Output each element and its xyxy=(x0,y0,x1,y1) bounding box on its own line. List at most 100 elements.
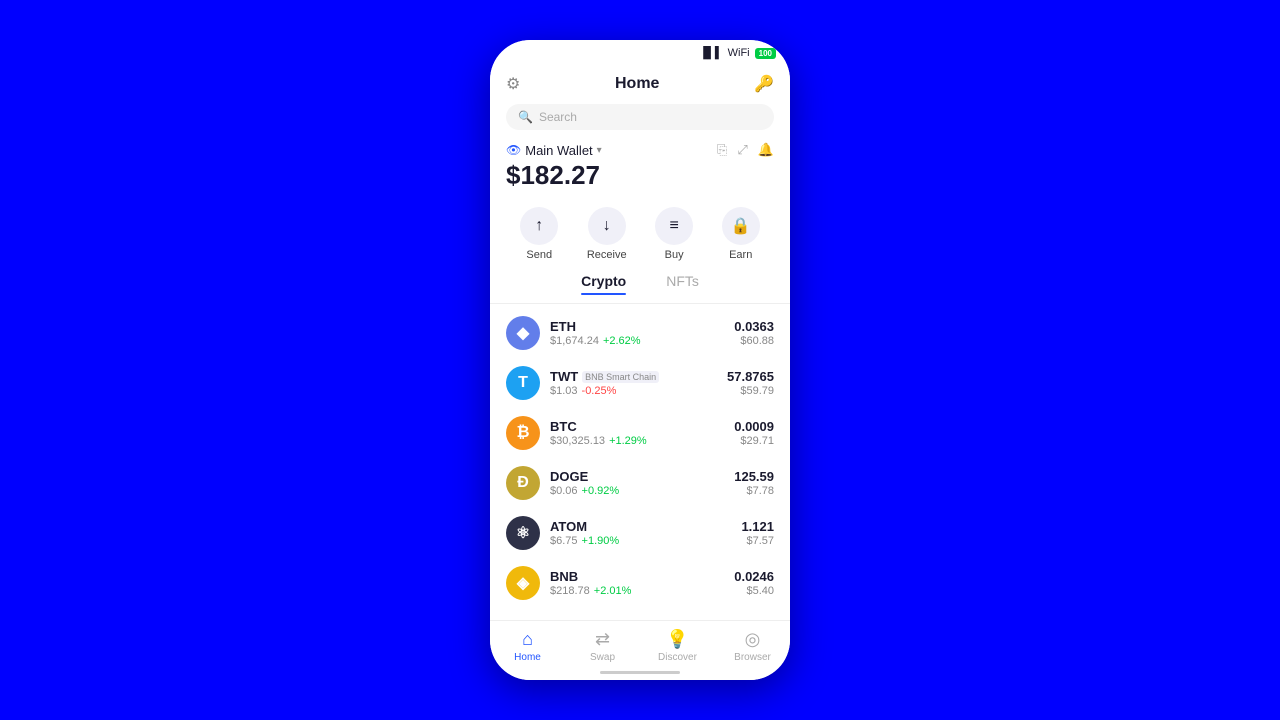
coin-info: BTC $30,325.13 +1.29% xyxy=(550,419,724,447)
coin-change: +1.90% xyxy=(582,535,620,547)
home-indicator-bar xyxy=(600,671,680,674)
home-nav-icon: ⌂ xyxy=(522,629,533,650)
eye-icon[interactable]: 👁 xyxy=(506,143,521,157)
coin-name: DOGE xyxy=(550,469,588,484)
phone-frame: ▐▌▌ WiFi 100 ⚙ Home 🔑 🔍 Search 👁 Main Wa… xyxy=(490,40,790,680)
coin-price-row: $6.75 +1.90% xyxy=(550,535,731,547)
list-item[interactable]: ◈ BNB $218.78 +2.01% 0.0246 $5.40 xyxy=(490,558,790,608)
buy-button[interactable]: ≡ Buy xyxy=(655,207,693,261)
page-title: Home xyxy=(615,75,659,93)
search-input[interactable]: Search xyxy=(539,110,577,124)
discover-nav-label: Discover xyxy=(658,652,697,663)
nav-item-home[interactable]: ⌂ Home xyxy=(490,629,565,663)
coin-price-row: $30,325.13 +1.29% xyxy=(550,435,724,447)
earn-label: Earn xyxy=(729,249,752,261)
coin-price: $1,674.24 xyxy=(550,335,599,347)
earn-button[interactable]: 🔒 Earn xyxy=(722,207,760,261)
coin-amount: 125.59 xyxy=(734,469,774,484)
coin-name: BNB xyxy=(550,569,578,584)
search-icon: 🔍 xyxy=(518,110,533,124)
coin-change: +2.01% xyxy=(594,585,632,597)
tab-nfts[interactable]: NFTs xyxy=(666,273,699,295)
coin-amount: 1.121 xyxy=(741,519,774,534)
coin-name-row: BTC xyxy=(550,419,724,434)
list-item[interactable]: Ð DOGE $0.06 +0.92% 125.59 $7.78 xyxy=(490,458,790,508)
coin-icon-doge: Ð xyxy=(506,466,540,500)
coin-usd-value: $5.40 xyxy=(734,585,774,597)
list-item[interactable]: ◆ ETH $1,674.24 +2.62% 0.0363 $60.88 xyxy=(490,308,790,358)
coin-usd-value: $29.71 xyxy=(734,435,774,447)
coin-price-row: $0.06 +0.92% xyxy=(550,485,724,497)
wallet-name: Main Wallet xyxy=(525,143,592,158)
list-item[interactable]: ⚛ ATOM $6.75 +1.90% 1.121 $7.57 xyxy=(490,508,790,558)
coin-usd-value: $59.79 xyxy=(727,385,774,397)
gear-icon[interactable]: ⚙ xyxy=(506,74,520,94)
receive-button[interactable]: ↓ Receive xyxy=(587,207,627,261)
receive-label: Receive xyxy=(587,249,627,261)
send-button[interactable]: ↑ Send xyxy=(520,207,558,261)
coin-price: $0.06 xyxy=(550,485,578,497)
coin-name-row: ETH xyxy=(550,319,724,334)
coin-price: $218.78 xyxy=(550,585,590,597)
tab-crypto[interactable]: Crypto xyxy=(581,273,626,295)
send-label: Send xyxy=(526,249,552,261)
coin-name: ATOM xyxy=(550,519,587,534)
status-bar: ▐▌▌ WiFi 100 xyxy=(490,40,790,64)
wifi-icon: WiFi xyxy=(728,47,750,59)
battery-badge: 100 xyxy=(755,48,776,59)
expand-wallet-icon[interactable]: ⤢ xyxy=(737,142,747,158)
nav-item-discover[interactable]: 💡 Discover xyxy=(640,629,715,663)
coin-name: BTC xyxy=(550,419,577,434)
coin-info: ATOM $6.75 +1.90% xyxy=(550,519,731,547)
buy-icon: ≡ xyxy=(655,207,693,245)
coin-name-row: DOGE xyxy=(550,469,724,484)
swap-nav-icon: ⇄ xyxy=(595,629,610,650)
coin-price: $6.75 xyxy=(550,535,578,547)
coin-usd-value: $7.78 xyxy=(734,485,774,497)
coin-name: TWT xyxy=(550,369,578,384)
coin-change: -0.25% xyxy=(582,385,617,397)
coin-amount: 0.0009 xyxy=(734,419,774,434)
wallet-header: 👁 Main Wallet ▾ ⎘ ⤢ 🔔 xyxy=(506,142,774,158)
coin-name-row: BNB xyxy=(550,569,724,584)
list-item[interactable]: ₿ BTC $30,325.13 +1.29% 0.0009 $29.71 xyxy=(490,408,790,458)
top-header: ⚙ Home 🔑 xyxy=(490,64,790,100)
coin-info: DOGE $0.06 +0.92% xyxy=(550,469,724,497)
app-content: ⚙ Home 🔑 🔍 Search 👁 Main Wallet ▾ ⎘ ⤢ 🔔 xyxy=(490,64,790,620)
nav-item-swap[interactable]: ⇄ Swap xyxy=(565,629,640,663)
coin-icon-twt: T xyxy=(506,366,540,400)
home-indicator xyxy=(490,667,790,680)
bell-icon[interactable]: 🔔 xyxy=(758,142,774,158)
coin-amount: 57.8765 xyxy=(727,369,774,384)
coin-icon-eth: ◆ xyxy=(506,316,540,350)
discover-nav-icon: 💡 xyxy=(666,629,688,650)
tabs-row: Crypto NFTs xyxy=(490,273,790,304)
coin-name: ETH xyxy=(550,319,576,334)
coin-amounts: 1.121 $7.57 xyxy=(741,519,774,547)
lock-icon[interactable]: 🔑 xyxy=(754,74,774,94)
bottom-nav: ⌂ Home ⇄ Swap 💡 Discover ◎ Browser xyxy=(490,620,790,667)
earn-icon: 🔒 xyxy=(722,207,760,245)
wallet-dropdown-chevron[interactable]: ▾ xyxy=(597,145,602,156)
coin-icon-bnb: ◈ xyxy=(506,566,540,600)
browser-nav-icon: ◎ xyxy=(745,629,761,650)
wallet-label-row[interactable]: 👁 Main Wallet ▾ xyxy=(506,143,602,158)
buy-label: Buy xyxy=(665,249,684,261)
search-bar[interactable]: 🔍 Search xyxy=(506,104,774,130)
coin-usd-value: $60.88 xyxy=(734,335,774,347)
coin-amounts: 0.0009 $29.71 xyxy=(734,419,774,447)
list-item[interactable]: T TWT BNB Smart Chain $1.03 -0.25% 57.87… xyxy=(490,358,790,408)
coin-name-row: TWT BNB Smart Chain xyxy=(550,369,717,384)
swap-nav-label: Swap xyxy=(590,652,615,663)
nav-item-browser[interactable]: ◎ Browser xyxy=(715,629,790,663)
coin-info: ETH $1,674.24 +2.62% xyxy=(550,319,724,347)
coin-change: +0.92% xyxy=(582,485,620,497)
coin-change: +2.62% xyxy=(603,335,641,347)
coin-amounts: 57.8765 $59.79 xyxy=(727,369,774,397)
coin-amounts: 0.0363 $60.88 xyxy=(734,319,774,347)
coin-network: BNB Smart Chain xyxy=(582,371,659,383)
copy-wallet-icon[interactable]: ⎘ xyxy=(717,142,727,158)
coin-amounts: 125.59 $7.78 xyxy=(734,469,774,497)
coin-price: $30,325.13 xyxy=(550,435,605,447)
coin-info: TWT BNB Smart Chain $1.03 -0.25% xyxy=(550,369,717,397)
